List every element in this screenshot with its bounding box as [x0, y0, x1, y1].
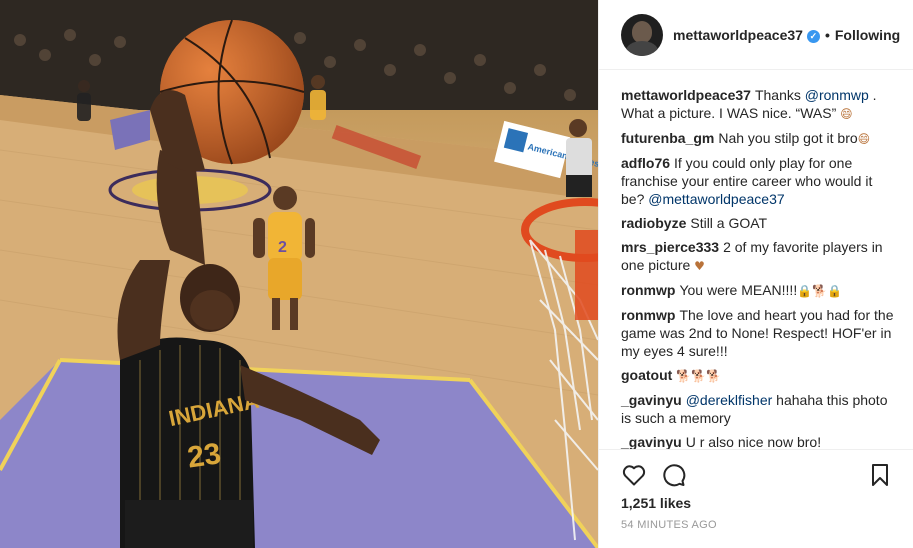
header-username-text[interactable]: mettaworldpeace37 — [673, 27, 803, 43]
comment-emoji: 🔒🐕🔒 — [797, 284, 843, 298]
comment-username[interactable]: mrs_pierce333 — [621, 239, 719, 255]
comment-text: Nah you stilp got it bro — [718, 130, 858, 146]
comment-item: radiobyze Still a GOAT — [621, 214, 897, 232]
comment-item: mettaworldpeace37 Thanks @ronmwp . What a… — [621, 86, 897, 123]
comment-username[interactable]: _gavinyu — [621, 392, 682, 408]
comment-item: _gavinyu @dereklfisher hahaha this photo … — [621, 391, 897, 427]
instagram-post: American Express 2 INDIANA 23 mettaworld… — [0, 0, 913, 548]
comment-item: futurenba_gm Nah you stilp got it bro😄 — [621, 129, 897, 148]
comment-item: ronmwp You were MEAN!!!!🔒🐕🔒 — [621, 281, 897, 300]
comment-item: adflo76 If you could only play for one fr… — [621, 154, 897, 208]
comment-username[interactable]: radiobyze — [621, 215, 686, 231]
heart-outline-icon[interactable] — [621, 462, 647, 488]
comment-text: Still a GOAT — [690, 215, 768, 231]
post-timestamp[interactable]: 54 MINUTES AGO — [621, 519, 717, 531]
comment-username[interactable]: _gavinyu — [621, 434, 682, 450]
post-footer: 1,251 likes 54 MINUTES AGO — [599, 449, 913, 548]
bookmark-icon[interactable] — [867, 462, 893, 488]
comment-text: You were MEAN!!!! — [679, 282, 798, 298]
comment-emoji: 🐕🐕🐕 — [676, 369, 722, 383]
comment-mention-link[interactable]: @mettaworldpeace37 — [648, 191, 784, 207]
post-photo[interactable]: American Express 2 INDIANA 23 — [0, 0, 598, 548]
comment-item: mrs_pierce333 2 of my favorite players in… — [621, 238, 897, 275]
post-header: mettaworldpeace37 ✓ • Following — [599, 0, 913, 70]
comment-item: goatout 🐕🐕🐕 — [621, 366, 897, 385]
comment-item: ronmwp The love and heart you had for the… — [621, 306, 897, 360]
comment-username[interactable]: adflo76 — [621, 155, 670, 171]
comment-text: Thanks — [754, 87, 805, 103]
comment-emoji: 😄 — [857, 132, 871, 146]
action-bar — [621, 462, 893, 488]
comment-username[interactable]: futurenba_gm — [621, 130, 714, 146]
likes-count[interactable]: 1,251 likes — [621, 495, 691, 511]
comment-mention-link[interactable]: @dereklfisher — [686, 392, 773, 408]
speech-bubble-icon[interactable] — [661, 462, 687, 488]
comment-emoji: 😄 — [840, 107, 853, 121]
header-username[interactable]: mettaworldpeace37 ✓ — [673, 27, 820, 43]
comment-username[interactable]: ronmwp — [621, 307, 675, 323]
avatar[interactable] — [621, 13, 663, 56]
comment-mention-link[interactable]: @ronmwp — [805, 87, 869, 103]
header-separator: • — [824, 26, 830, 43]
player-jersey-number: 23 — [185, 437, 223, 474]
following-button[interactable]: Following — [835, 27, 900, 43]
comment-username[interactable]: ronmwp — [621, 282, 675, 298]
comment-username[interactable]: mettaworldpeace37 — [621, 87, 751, 103]
comment-text: U r also nice now bro! — [685, 434, 822, 450]
basketball-dunk-illustration: American Express 2 INDIANA 23 — [0, 0, 598, 548]
post-side-panel: mettaworldpeace37 ✓ • Following mettaworl… — [598, 0, 913, 548]
comment-emoji: ♥ — [694, 259, 705, 273]
opponent-jersey-number: 2 — [278, 239, 287, 256]
verified-badge-icon: ✓ — [806, 29, 820, 43]
comment-username[interactable]: goatout — [621, 367, 672, 383]
comments-list: mettaworldpeace37 Thanks @ronmwp . What a… — [621, 86, 897, 457]
